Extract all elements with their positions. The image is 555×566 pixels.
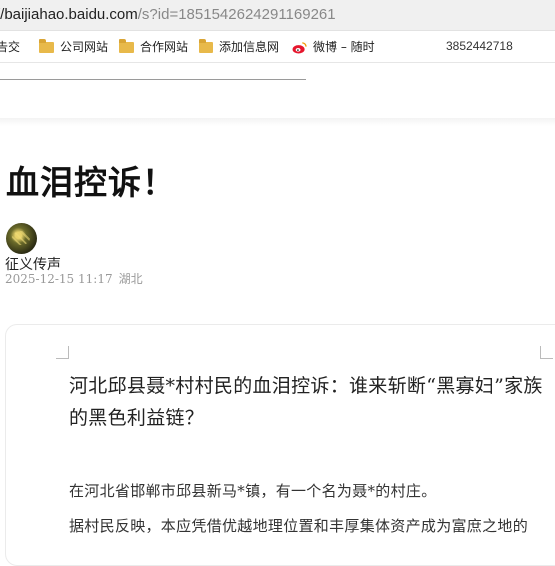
bookmark-label: 公司网站 xyxy=(60,40,109,54)
article-paragraph: 在河北省邯郸市邱县新马*镇，有一个名为聂*的村庄。 xyxy=(69,482,437,500)
bookmark-item-partner-sites[interactable]: 合作网站 xyxy=(119,38,189,55)
corner-mark xyxy=(56,346,69,359)
bookmark-item-weibo[interactable]: 微博 – 随时 xyxy=(292,39,376,55)
bookmark-label: 告交 xyxy=(0,40,21,54)
folder-icon xyxy=(119,38,134,53)
folder-icon xyxy=(199,39,213,53)
header-divider xyxy=(0,118,555,126)
publish-location: 湖北 xyxy=(118,272,143,286)
corner-mark xyxy=(540,346,553,359)
bookmark-label: 微博 – 随时 xyxy=(313,40,375,54)
address-bar[interactable]: //baijiahao.baidu.com/s?id=1851542624291… xyxy=(0,0,555,31)
bookmark-label: 合作网站 xyxy=(140,40,189,54)
bookmark-number[interactable]: 3852442718 xyxy=(446,39,513,53)
article-heading: 河北邱县聂*村村民的血泪控诉：谁来斩断“黑寡妇”家族的黑色利益链？ xyxy=(69,375,543,429)
weibo-icon xyxy=(292,41,307,54)
bookmark-item[interactable]: 告交 xyxy=(0,39,20,55)
article-title: 血泪控诉！ xyxy=(6,163,176,202)
divider xyxy=(0,79,306,80)
url-host: //baijiahao.baidu.com xyxy=(0,6,138,23)
publish-date: 2025-12-15 11:17 xyxy=(5,272,113,286)
folder-icon xyxy=(39,38,54,53)
article-meta: 2025-12-15 11:17 湖北 xyxy=(5,270,143,287)
article-paragraph: 据村民反映，本应凭借优越地理位置和丰厚集体资产成为富庶之地的 xyxy=(69,517,529,535)
url-path: /s?id=1851542624291169261 xyxy=(137,6,336,23)
bookmark-item-company-sites[interactable]: 公司网站 xyxy=(39,38,109,55)
bookmarks-bar: 告交 公司网站 合作网站 添加信息网 微博 – 随时 3852442718 xyxy=(0,31,555,63)
bookmark-label: 添加信息网 xyxy=(218,40,279,54)
avatar[interactable] xyxy=(6,223,37,254)
bookmark-item-add-info[interactable]: 添加信息网 xyxy=(199,39,279,55)
